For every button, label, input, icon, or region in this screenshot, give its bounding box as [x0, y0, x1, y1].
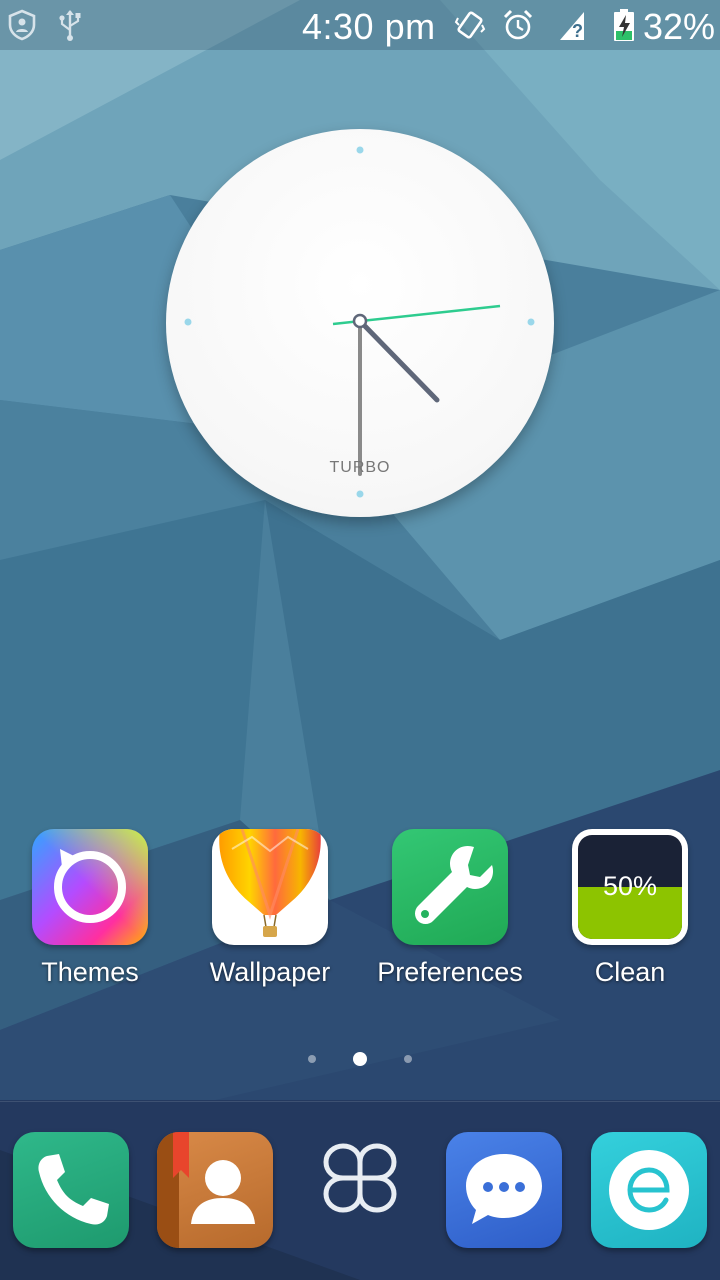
usb-icon [59, 10, 81, 41]
clean-battery-icon: 50% [572, 829, 688, 945]
page-dot-1[interactable] [308, 1055, 316, 1063]
vibrate-icon [454, 11, 486, 39]
clock-marker-6 [356, 490, 364, 498]
shield-user-icon [8, 9, 36, 41]
app-drawer-icon[interactable] [302, 1132, 418, 1248]
page-dot-3[interactable] [404, 1055, 412, 1063]
phone-icon[interactable] [13, 1132, 129, 1248]
app-label-preferences: Preferences [377, 957, 523, 987]
clock-brand: TURBO [329, 459, 391, 476]
alarm-icon [503, 9, 533, 40]
messages-icon[interactable] [446, 1132, 562, 1248]
browser-icon[interactable] [591, 1132, 707, 1248]
status-bar: 4:30 pm ? 32% [0, 0, 720, 50]
app-label-wallpaper: Wallpaper [209, 957, 331, 987]
status-time: 4:30 pm [302, 6, 436, 47]
app-preferences[interactable]: Preferences [360, 829, 540, 999]
clock-marker-9 [184, 318, 192, 326]
no-signal-icon: ? [560, 12, 584, 41]
clock-center-pin [352, 313, 368, 329]
themes-icon [32, 829, 148, 945]
svg-text:?: ? [572, 21, 583, 41]
app-themes[interactable]: Themes [0, 829, 180, 999]
contacts-icon[interactable] [157, 1132, 273, 1248]
app-wallpaper[interactable]: Wallpaper [180, 829, 360, 999]
battery-charging-icon [614, 9, 634, 41]
clock-hour-hand [357, 318, 440, 403]
page-dot-2-active[interactable] [353, 1052, 367, 1066]
app-clean[interactable]: 50% Clean [540, 829, 720, 999]
clock-marker-3 [527, 318, 535, 326]
dock-divider [0, 1101, 720, 1102]
app-label-clean: Clean [594, 957, 666, 987]
clock-marker-12 [356, 146, 364, 154]
hot-air-balloon-icon [212, 829, 328, 945]
clean-percent: 50% [602, 871, 658, 901]
app-label-themes: Themes [41, 957, 139, 987]
battery-percent: 32% [643, 6, 716, 47]
clock-widget[interactable]: TURBO [166, 129, 554, 517]
wrench-icon [392, 829, 508, 945]
